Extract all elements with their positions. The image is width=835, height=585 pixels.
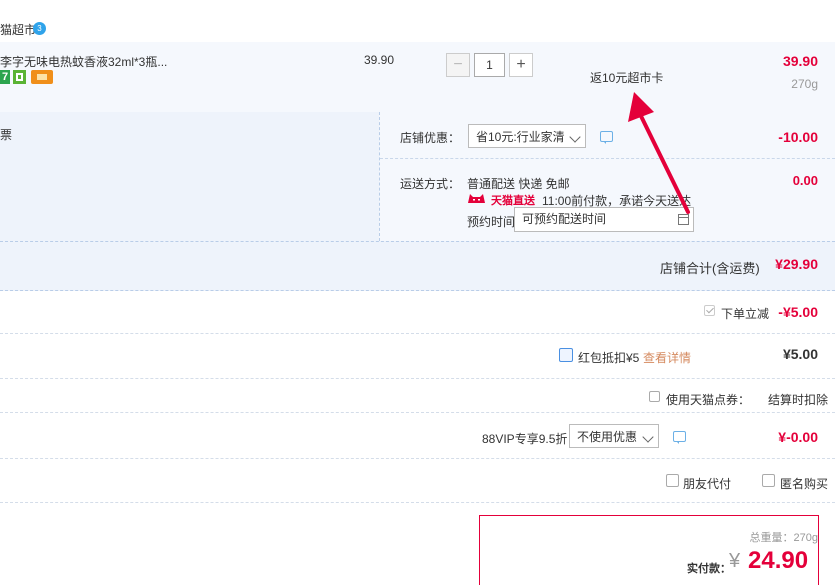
instant-discount-checkbox[interactable] <box>704 305 715 316</box>
item-weight: 270g <box>791 77 818 91</box>
divider <box>380 158 835 159</box>
unit-price: 39.90 <box>364 53 395 67</box>
shop-coupon-value: -10.00 <box>778 129 818 145</box>
decrease-quantity-button[interactable]: − <box>446 53 470 77</box>
shipping-fee: 0.00 <box>792 173 818 188</box>
anonymous-purchase-label: 匿名购买 <box>780 477 829 491</box>
vip-discount-selected: 不使用优惠 <box>577 430 638 444</box>
currency-symbol: ¥ <box>729 550 741 572</box>
red-packet-details-link[interactable]: 查看详情 <box>643 349 691 366</box>
shop-coupon-label: 店铺优惠： <box>400 131 461 145</box>
shop-total-value: ¥29.90 <box>775 256 818 272</box>
message-icon[interactable] <box>673 431 686 444</box>
guarantee-icon <box>13 70 26 84</box>
anonymous-purchase-checkbox[interactable] <box>762 474 775 487</box>
red-packet-checkbox[interactable] <box>559 348 573 362</box>
instant-discount-label: 下单立减 <box>721 307 770 321</box>
vip-discount-label: 88VIP专享9.5折 <box>482 432 568 446</box>
appointment-time-placeholder: 可预约配送时间 <box>522 212 607 226</box>
total-weight: 总重量：270g <box>749 532 818 544</box>
quantity-input[interactable]: 1 <box>474 53 505 77</box>
vip-discount-select[interactable]: 不使用优惠 <box>569 424 659 448</box>
divider <box>0 378 835 379</box>
friend-pay-checkbox[interactable] <box>666 474 679 487</box>
pay-amount: 24.90 <box>748 547 809 574</box>
tmall-points-note: 结算时扣除 <box>768 393 829 407</box>
shop-total-label: 店铺合计(含运费) <box>660 261 760 276</box>
divider <box>0 412 835 413</box>
divider <box>0 458 835 459</box>
red-packet-value: ¥5.00 <box>782 346 818 362</box>
message-icon[interactable] <box>600 131 613 144</box>
divider <box>0 502 835 503</box>
tmall-cat-icon <box>467 193 486 204</box>
store-badge: 3 <box>33 22 46 35</box>
chevron-down-icon <box>642 431 654 443</box>
shipping-label: 运送方式： <box>400 177 461 191</box>
shipping-option: 普通配送 快递 免邮 <box>467 177 570 191</box>
rebate-text: 返10元超市卡 <box>590 71 664 85</box>
tmall-points-checkbox[interactable] <box>649 391 660 402</box>
increase-quantity-button[interactable]: + <box>509 53 533 77</box>
friend-pay-label: 朋友代付 <box>683 477 732 491</box>
tmall-direct-label: 天猫直送 <box>491 195 535 207</box>
shop-coupon-selected: 省10元:行业家清 <box>476 130 565 144</box>
item-title[interactable]: 李字无味电热蚊香液32ml*3瓶... <box>0 53 167 70</box>
seven-day-return-icon: 7 <box>0 70 10 84</box>
store-header <box>0 0 835 43</box>
invoice-label: 票 <box>0 128 13 142</box>
item-subtotal: 39.90 <box>782 53 818 69</box>
annotation-arrow-icon <box>628 92 690 214</box>
tmall-points-label: 使用天猫点券： <box>666 393 751 407</box>
pay-label: 实付款： <box>687 563 731 575</box>
instant-discount-value: -¥5.00 <box>778 304 818 320</box>
red-packet-label: 红包抵扣¥5 <box>578 351 640 365</box>
shop-coupon-select[interactable]: 省10元:行业家清 <box>468 124 586 148</box>
appointment-label: 预约时间 <box>467 215 516 229</box>
chevron-down-icon <box>569 131 581 143</box>
vip-discount-value: ¥-0.00 <box>778 429 818 445</box>
wallet-icon <box>31 70 53 84</box>
divider <box>0 333 835 334</box>
store-name[interactable]: 猫超市 <box>0 21 36 38</box>
quantity-stepper: − 1 + <box>446 53 533 77</box>
